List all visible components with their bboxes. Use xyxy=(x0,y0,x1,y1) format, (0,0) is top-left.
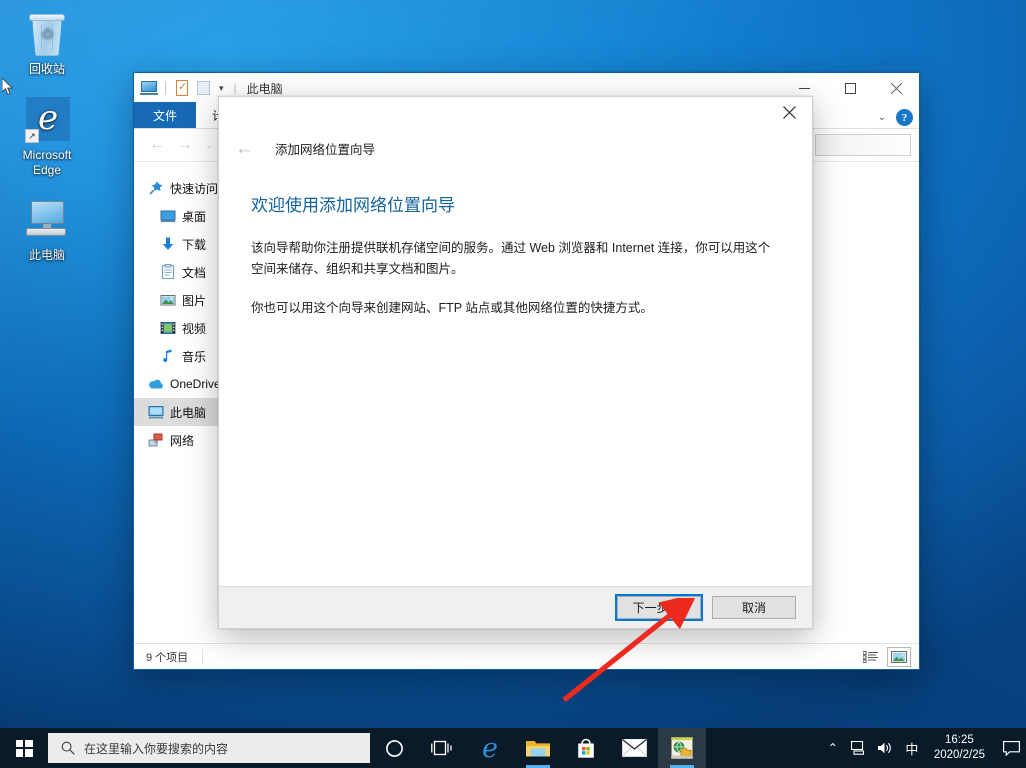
wizard-footer: 下一步(N) 取消 xyxy=(219,586,812,628)
sidebar-item-label: 快速访问 xyxy=(170,180,218,197)
start-button[interactable] xyxy=(0,728,48,768)
system-tray: ⌃ 中 16:25 2020/2/25 xyxy=(820,728,1026,768)
desktop-icon-label: 此电脑 xyxy=(29,248,65,262)
recycle-bin-icon: ♲ xyxy=(23,10,71,58)
taskbar-edge-button[interactable]: e xyxy=(466,728,514,768)
sidebar-item-label: 图片 xyxy=(182,292,206,309)
windows-logo-icon xyxy=(16,740,33,757)
wizard-back-button[interactable]: ← xyxy=(235,139,253,158)
explorer-window-title: 此电脑 xyxy=(247,80,283,97)
maximize-button[interactable] xyxy=(827,73,873,103)
wizard-paragraph-2: 你也可以用这个向导来创建网站、FTP 站点或其他网络位置的快捷方式。 xyxy=(251,298,779,319)
microsoft-store-icon xyxy=(575,737,597,759)
wizard-paragraph-1: 该向导帮助你注册提供联机存储空间的服务。通过 Web 浏览器和 Internet… xyxy=(251,238,779,280)
taskbar-search-box[interactable]: 在这里输入你要搜索的内容 xyxy=(48,733,370,763)
next-button[interactable]: 下一步(N) xyxy=(617,596,701,619)
close-button[interactable] xyxy=(873,73,919,103)
search-placeholder-text: 在这里输入你要搜索的内容 xyxy=(84,740,228,757)
network-tray-icon[interactable] xyxy=(846,728,872,768)
wizard-titlebar[interactable] xyxy=(219,97,812,131)
taskbar-mail-button[interactable] xyxy=(610,728,658,768)
wizard-body: 欢迎使用添加网络位置向导 该向导帮助你注册提供联机存储空间的服务。通过 Web … xyxy=(219,165,812,586)
title-separator: | xyxy=(234,81,237,95)
sidebar-item-label: 下载 xyxy=(182,236,206,253)
tab-file[interactable]: 文件 xyxy=(134,102,196,128)
forward-button[interactable]: → xyxy=(172,133,198,157)
cancel-button[interactable]: 取消 xyxy=(712,596,796,619)
add-network-location-wizard: ← 添加网络位置向导 欢迎使用添加网络位置向导 该向导帮助你注册提供联机存储空间… xyxy=(218,96,813,629)
properties-icon[interactable] xyxy=(173,79,191,97)
show-hidden-icons-button[interactable]: ⌃ xyxy=(820,728,846,768)
taskbar-microsoft-store-button[interactable] xyxy=(562,728,610,768)
item-count-label: 9 个项目 xyxy=(146,649,188,665)
this-pc-icon xyxy=(23,196,71,244)
view-toggle-group[interactable] xyxy=(859,647,911,667)
new-folder-icon[interactable] xyxy=(195,79,213,97)
desktop-icon-label: 回收站 xyxy=(29,62,65,76)
desktop-icon xyxy=(160,208,176,224)
back-button[interactable]: ← xyxy=(144,133,170,157)
large-icons-view-icon[interactable] xyxy=(887,647,911,667)
desktop-icon-label: Microsoft Edge xyxy=(23,148,72,177)
edge-icon: e ↗ xyxy=(23,96,71,144)
sidebar-item-label: OneDrive xyxy=(170,377,221,391)
clock-time: 16:25 xyxy=(934,733,985,748)
videos-icon xyxy=(160,320,176,336)
taskbar-app-buttons: e xyxy=(370,728,706,768)
quick-access-toolbar[interactable]: ▾ | 此电脑 xyxy=(140,79,283,97)
status-divider xyxy=(202,649,203,664)
wizard-breadcrumb: 添加网络位置向导 xyxy=(275,139,375,158)
taskbar: 在这里输入你要搜索的内容 e xyxy=(0,728,1026,768)
clock-date: 2020/2/25 xyxy=(934,748,985,763)
wizard-close-button[interactable] xyxy=(766,97,812,127)
sidebar-item-label: 音乐 xyxy=(182,348,206,365)
sidebar-item-label: 此电脑 xyxy=(170,404,206,421)
sidebar-item-label: 桌面 xyxy=(182,208,206,225)
this-pc-icon xyxy=(148,404,164,420)
wizard-heading: 欢迎使用添加网络位置向导 xyxy=(251,191,782,216)
volume-icon[interactable] xyxy=(872,728,898,768)
downloads-icon xyxy=(160,236,176,252)
this-pc-icon[interactable] xyxy=(140,79,158,97)
taskbar-cortana-button[interactable] xyxy=(370,728,418,768)
edge-icon: e xyxy=(482,735,498,762)
shortcut-badge-icon: ↗ xyxy=(25,129,39,143)
desktop-icon-microsoft-edge[interactable]: e ↗ Microsoft Edge xyxy=(8,96,86,178)
sidebar-item-label: 文档 xyxy=(182,264,206,281)
action-center-button[interactable] xyxy=(996,728,1026,768)
desktop-icon-recycle-bin[interactable]: ♲ 回收站 xyxy=(8,10,86,77)
onedrive-icon xyxy=(148,376,164,392)
taskbar-file-explorer-button[interactable] xyxy=(514,728,562,768)
file-explorer-icon xyxy=(525,738,551,759)
explorer-status-bar: 9 个项目 xyxy=(134,643,919,669)
customize-qat-chevron-icon[interactable]: ▾ xyxy=(219,84,224,93)
network-icon xyxy=(148,432,164,448)
sidebar-item-label: 网络 xyxy=(170,432,194,449)
pin-star-icon xyxy=(148,180,164,196)
task-view-icon xyxy=(431,739,453,757)
taskbar-network-wizard-button[interactable] xyxy=(658,728,706,768)
details-view-icon[interactable] xyxy=(859,647,883,667)
search-icon xyxy=(61,741,75,755)
taskbar-task-view-button[interactable] xyxy=(418,728,466,768)
ime-indicator[interactable]: 中 xyxy=(898,728,926,768)
desktop-icon-this-pc[interactable]: 此电脑 xyxy=(8,196,86,263)
cortana-icon xyxy=(385,739,404,758)
documents-icon xyxy=(160,264,176,280)
search-input[interactable] xyxy=(815,134,911,156)
wizard-nav-row: ← 添加网络位置向导 xyxy=(219,131,812,165)
toolbar-divider xyxy=(165,81,166,95)
sidebar-item-label: 视频 xyxy=(182,320,206,337)
action-center-icon xyxy=(1003,741,1020,756)
recent-locations-button[interactable]: ⌄ xyxy=(200,133,218,157)
network-wizard-icon xyxy=(670,736,694,760)
mail-icon xyxy=(622,739,647,757)
clock[interactable]: 16:25 2020/2/25 xyxy=(926,733,996,763)
music-icon xyxy=(160,348,176,364)
chevron-down-icon[interactable]: ⌄ xyxy=(878,112,886,123)
pictures-icon xyxy=(160,292,176,308)
help-icon[interactable]: ? xyxy=(896,109,913,126)
ribbon-right-controls[interactable]: ⌄ ? xyxy=(878,109,913,126)
mouse-cursor-icon xyxy=(2,78,14,96)
